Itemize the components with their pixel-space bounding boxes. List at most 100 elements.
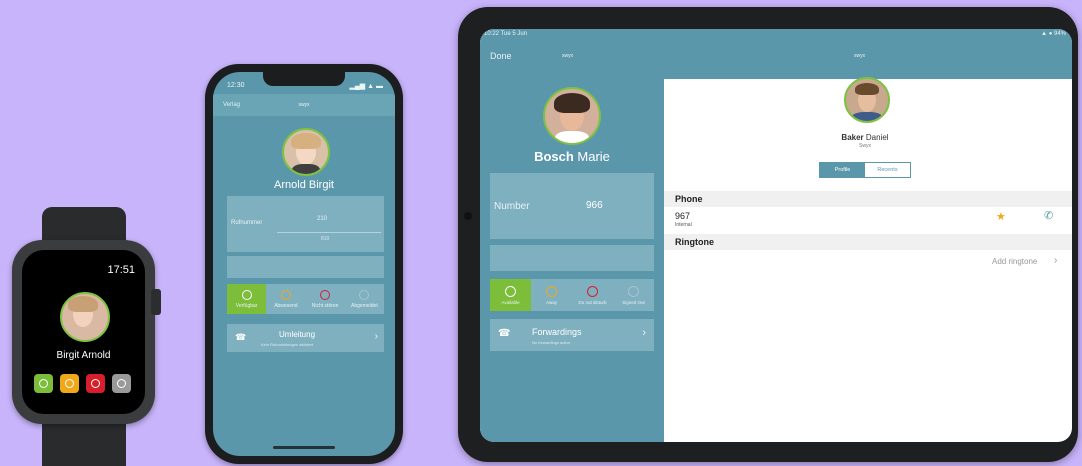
- star-icon[interactable]: ★: [996, 210, 1006, 223]
- watch-status-signed-out-button[interactable]: [112, 374, 131, 393]
- tablet-status-battery: ▲ ● 94%: [1041, 31, 1066, 37]
- contact-surname: Bosch: [534, 149, 574, 164]
- phone-section-header: Phone: [664, 191, 1072, 207]
- phone-status-icons: ▂▄▆ ▲ ▬: [349, 83, 383, 90]
- tablet-forwardings-title: Forwardings: [532, 327, 582, 337]
- status-label: Do not disturb: [578, 299, 607, 305]
- tablet-left-contact-name: Bosch Marie: [480, 149, 664, 164]
- chevron-right-icon: ›: [374, 331, 378, 342]
- phone-forwarding-sub: Kein Rufumleitungen aktiviert: [261, 342, 314, 347]
- phone-section-title: Phone: [675, 194, 703, 204]
- status-label: Away: [546, 299, 557, 305]
- tablet-camera: [464, 212, 472, 220]
- tablet-brand-right: swyx: [854, 53, 866, 59]
- tablet-number-label: Number: [494, 201, 530, 212]
- available-ring-icon: [39, 379, 48, 388]
- tablet-forwardings-sub: No forwardings active: [532, 340, 571, 345]
- tab-profile[interactable]: Profile: [820, 163, 865, 177]
- phone-status-dnd[interactable]: Nicht stören: [306, 284, 345, 314]
- tablet-empty-card: [490, 245, 654, 271]
- tablet-status-dnd[interactable]: Do not disturb: [572, 279, 613, 311]
- phone-forwarding-row[interactable]: ☎ Umleitung Kein Rufumleitungen aktivier…: [227, 324, 384, 352]
- watch-crown: [151, 289, 161, 315]
- phone-status-available[interactable]: Verfügbar: [227, 284, 267, 314]
- tablet-brand-left: swyx: [562, 53, 574, 59]
- signed-out-ring-icon: [359, 289, 370, 300]
- chevron-right-icon: ›: [642, 327, 646, 339]
- call-forward-icon: ☎: [235, 332, 247, 342]
- away-ring-icon: [280, 289, 291, 300]
- status-label: Verfügbar: [235, 302, 258, 309]
- phone-status-signed-out[interactable]: Abgemeldet: [345, 284, 384, 314]
- divider: [277, 232, 381, 233]
- done-button[interactable]: Done: [490, 51, 512, 61]
- available-ring-icon: [505, 285, 516, 297]
- phone-number-label: Rufnummer: [231, 220, 263, 226]
- available-ring-icon: [241, 289, 252, 300]
- tablet-status-time: 10:22 Tue 5 Jun: [484, 31, 528, 37]
- phone-nav-bar: Verlag swyx: [213, 94, 395, 116]
- tablet-phone-number[interactable]: 967: [675, 211, 690, 221]
- phone-empty-card: [227, 256, 384, 278]
- signed-out-ring-icon: [117, 379, 126, 388]
- tablet-screen: 10:22 Tue 5 Jun ▲ ● 94% Done swyx swyx B…: [480, 29, 1072, 442]
- status-label: Abwesend: [274, 302, 298, 309]
- tab-recents[interactable]: Recents: [865, 163, 910, 177]
- ringtone-section-title: Ringtone: [675, 237, 714, 247]
- watch-screen: 17:51 Birgit Arnold: [22, 250, 145, 414]
- dnd-ring-icon: [587, 285, 598, 297]
- dnd-ring-icon: [91, 379, 100, 388]
- tablet-status-available[interactable]: Available: [490, 279, 531, 311]
- add-ringtone-button[interactable]: Add ringtone: [992, 257, 1037, 266]
- tablet-right-company: Swyx: [859, 143, 871, 149]
- watch-status-away-button[interactable]: [60, 374, 79, 393]
- watch-avatar: [60, 292, 110, 342]
- chevron-right-icon: ›: [1054, 255, 1058, 266]
- away-ring-icon: [546, 285, 557, 297]
- watch-contact-name: Birgit Arnold: [56, 350, 111, 361]
- phone-number-value[interactable]: 210: [317, 216, 327, 222]
- contact-firstname: Daniel: [863, 133, 889, 142]
- tablet-status-signed-out[interactable]: Signed Out: [613, 279, 654, 311]
- tablet-status-selector: Available Away Do not disturb Signed Out: [490, 279, 654, 311]
- status-label: Signed Out: [622, 299, 645, 305]
- tablet-status-away[interactable]: Away: [531, 279, 572, 311]
- watch-time: 17:51: [107, 264, 135, 276]
- phone-icon[interactable]: ✆: [1044, 209, 1053, 222]
- phone-forwarding-title: Umleitung: [279, 330, 316, 339]
- tablet-right-contact-name: Baker Daniel: [780, 133, 950, 142]
- watch-band-bottom: [42, 418, 126, 466]
- phone-number-card: Rufnummer 210 810: [227, 196, 384, 252]
- contact-surname: Baker: [841, 133, 864, 142]
- tablet-number-value[interactable]: 966: [586, 200, 603, 211]
- tablet-profile-tabs: Profile Recents: [819, 162, 911, 178]
- phone-screen: 12:30 ▂▄▆ ▲ ▬ Verlag swyx Arnold Birgit …: [213, 72, 395, 456]
- status-label: Nicht stören: [311, 302, 339, 309]
- watch-status-dnd-button[interactable]: [86, 374, 105, 393]
- status-label: Abgemeldet: [351, 302, 378, 309]
- tablet-right-avatar: [844, 77, 890, 123]
- home-indicator: [273, 446, 335, 449]
- phone-contact-name: Arnold Birgit: [274, 179, 334, 191]
- tablet-left-avatar: [543, 87, 601, 145]
- phone-number-sub: 810: [321, 236, 330, 242]
- away-ring-icon: [65, 379, 74, 388]
- call-forward-icon: ☎: [498, 328, 511, 339]
- phone-device: 12:30 ▂▄▆ ▲ ▬ Verlag swyx Arnold Birgit …: [205, 64, 403, 464]
- contact-firstname: Marie: [573, 149, 610, 164]
- tablet-device: 10:22 Tue 5 Jun ▲ ● 94% Done swyx swyx B…: [458, 7, 1078, 462]
- phone-status-away[interactable]: Abwesend: [266, 284, 305, 314]
- phone-status-time: 12:30: [227, 82, 245, 89]
- phone-notch: [263, 72, 345, 86]
- dnd-ring-icon: [320, 289, 331, 300]
- tablet-phone-type: Internal: [675, 222, 692, 228]
- phone-avatar: [282, 128, 330, 176]
- tablet-top-bar: 10:22 Tue 5 Jun ▲ ● 94% Done swyx swyx: [480, 29, 1072, 79]
- ringtone-section-header: Ringtone: [664, 234, 1072, 250]
- phone-brand-logo: swyx: [298, 102, 310, 108]
- tablet-forwardings-row[interactable]: ☎ Forwardings No forwardings active ›: [490, 319, 654, 351]
- tablet-number-card: Number 966: [490, 173, 654, 239]
- phone-status-selector: Verfügbar Abwesend Nicht stören Abgemeld…: [227, 284, 384, 314]
- signed-out-ring-icon: [628, 285, 639, 297]
- watch-status-available-button[interactable]: [34, 374, 53, 393]
